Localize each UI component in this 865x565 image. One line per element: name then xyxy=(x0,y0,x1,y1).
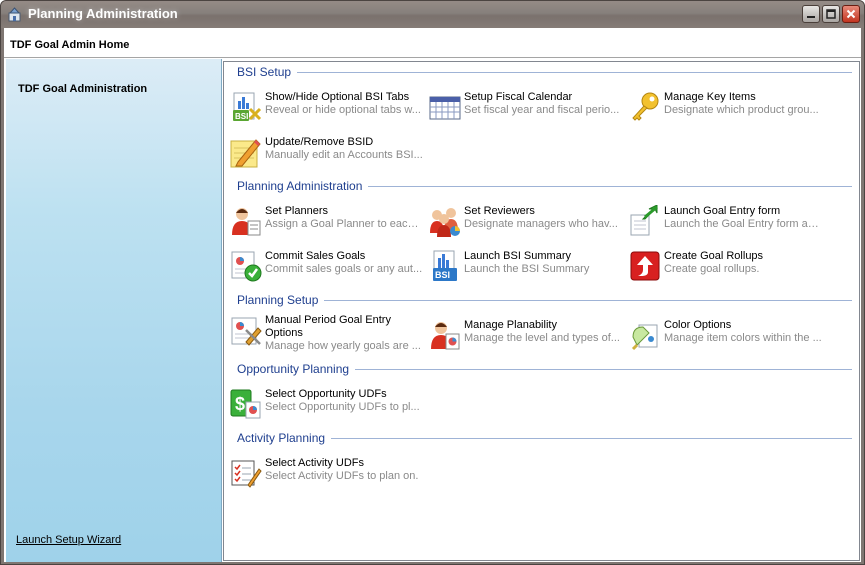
title-bar[interactable]: Planning Administration xyxy=(1,1,864,28)
section-planning-setup: Planning Setup xyxy=(237,293,852,307)
show-hide-bsi-tabs-item[interactable]: BSI Show/Hide Optional BSI Tabs Reveal o… xyxy=(230,91,425,127)
divider xyxy=(331,437,852,439)
window-title: Planning Administration xyxy=(28,6,178,21)
setup-fiscal-calendar-item[interactable]: Setup Fiscal Calendar Set fiscal year an… xyxy=(429,91,624,127)
minimize-button[interactable] xyxy=(802,5,820,23)
manage-key-items-item[interactable]: Manage Key Items Designate which product… xyxy=(629,91,824,127)
maximize-icon xyxy=(826,9,836,19)
item-label: Manual Period Goal Entry Options xyxy=(265,314,391,339)
item-label: Show/Hide Optional BSI Tabs xyxy=(265,91,410,103)
pencil-icon xyxy=(230,139,261,168)
bsi-summary-icon: BSI xyxy=(433,250,457,281)
item-label: Launch BSI Summary xyxy=(464,250,571,262)
key-icon xyxy=(632,92,659,121)
launch-setup-wizard-link[interactable]: Launch Setup Wizard xyxy=(16,534,121,546)
item-description: Select Opportunity UDFs to pl... xyxy=(265,401,420,413)
section-title: Planning Administration xyxy=(237,179,363,193)
item-label: Set Reviewers xyxy=(464,205,535,217)
close-button[interactable] xyxy=(842,5,860,23)
main-panel: BSI Setup BSI Show/Hide Optional BSI Tab… xyxy=(223,61,860,561)
item-label: Commit Sales Goals xyxy=(265,250,366,262)
item-label: Select Opportunity UDFs xyxy=(265,388,387,400)
divider xyxy=(368,185,852,187)
color-options-item[interactable]: Color Options Manage item colors within … xyxy=(629,319,824,355)
divider xyxy=(355,368,852,370)
sidebar-title: TDF Goal Administration xyxy=(18,83,148,95)
launch-bsi-summary-item[interactable]: BSI Launch BSI Summary Launch the BSI Su… xyxy=(429,250,624,286)
client-area: TDF Goal Admin Home TDF Goal Administrat… xyxy=(4,28,861,562)
select-opportunity-udfs-item[interactable]: $ Select Opportunity UDFs Select Opportu… xyxy=(230,388,425,424)
item-label: Update/Remove BSID xyxy=(265,136,374,148)
divider xyxy=(324,299,852,301)
minimize-icon xyxy=(807,16,815,18)
launch-goal-entry-form-item[interactable]: Launch Goal Entry form Launch the Goal E… xyxy=(629,205,824,241)
section-title: BSI Setup xyxy=(237,65,292,79)
section-bsi-setup: BSI Setup xyxy=(237,65,852,79)
planner-icon xyxy=(232,208,261,236)
create-goal-rollups-item[interactable]: Create Goal Rollups Create goal rollups. xyxy=(629,250,824,286)
item-description: Assign a Goal Planner to each ... xyxy=(265,218,423,230)
section-activity-planning: Activity Planning xyxy=(237,431,852,445)
set-reviewers-item[interactable]: Set Reviewers Designate managers who hav… xyxy=(429,205,624,241)
item-label: Color Options xyxy=(664,319,732,331)
item-label: Set Planners xyxy=(265,205,328,217)
svg-text:BSI: BSI xyxy=(235,112,248,121)
item-description: Create goal rollups. xyxy=(664,263,760,275)
maximize-button[interactable] xyxy=(822,5,840,23)
bsi-tabs-icon: BSI xyxy=(233,92,262,121)
rollup-icon xyxy=(630,251,660,281)
item-label: Select Activity UDFs xyxy=(265,457,365,469)
item-label: Create Goal Rollups xyxy=(664,250,764,262)
item-description: Launch the Goal Entry form an... xyxy=(664,218,822,230)
item-description: Manage how yearly goals are ... xyxy=(265,340,421,352)
section-title: Planning Setup xyxy=(237,293,319,307)
item-description: Manage the level and types of... xyxy=(464,332,620,344)
header-bar: TDF Goal Admin Home xyxy=(4,28,861,58)
section-opportunity-planning: Opportunity Planning xyxy=(237,362,852,376)
item-description: Manage item colors within the ... xyxy=(664,332,822,344)
calendar-icon xyxy=(429,96,461,120)
item-description: Reveal or hide optional tabs w... xyxy=(265,104,421,116)
update-remove-bsid-item[interactable]: Update/Remove BSID Manually edit an Acco… xyxy=(230,136,425,172)
page-title: TDF Goal Admin Home xyxy=(10,39,130,51)
section-title: Opportunity Planning xyxy=(237,362,350,376)
opportunity-icon: $ xyxy=(230,389,261,419)
svg-text:$: $ xyxy=(235,394,245,414)
item-description: Designate managers who hav... xyxy=(464,218,618,230)
sidebar: TDF Goal Administration Launch Setup Wiz… xyxy=(6,59,222,562)
item-description: Designate which product grou... xyxy=(664,104,819,116)
app-icon xyxy=(8,7,21,22)
item-label: Manage Planability xyxy=(464,319,557,331)
divider xyxy=(297,71,852,73)
planability-icon xyxy=(431,322,460,350)
item-description: Set fiscal year and fiscal perio... xyxy=(464,104,620,116)
item-label: Manage Key Items xyxy=(664,91,756,103)
svg-text:BSI: BSI xyxy=(435,270,450,280)
planning-admin-window: Planning Administration TDF Goal Admin H… xyxy=(0,0,865,565)
color-icon xyxy=(631,324,658,351)
commit-icon xyxy=(231,251,262,282)
goal-entry-icon xyxy=(630,205,658,236)
manual-period-goal-entry-item[interactable]: Manual Period Goal Entry Options Manage … xyxy=(230,314,425,354)
period-entry-icon xyxy=(231,317,262,346)
activity-icon xyxy=(231,460,262,488)
item-label: Setup Fiscal Calendar xyxy=(464,91,573,103)
item-description: Launch the BSI Summary xyxy=(464,263,590,275)
close-icon xyxy=(846,9,856,19)
reviewers-icon xyxy=(430,208,460,237)
item-description: Commit sales goals or any aut... xyxy=(265,263,423,275)
item-description: Select Activity UDFs to plan on. xyxy=(265,470,419,482)
select-activity-udfs-item[interactable]: Select Activity UDFs Select Activity UDF… xyxy=(230,457,425,493)
item-description: Manually edit an Accounts BSI... xyxy=(265,149,423,161)
set-planners-item[interactable]: Set Planners Assign a Goal Planner to ea… xyxy=(230,205,425,241)
section-title: Activity Planning xyxy=(237,431,326,445)
commit-sales-goals-item[interactable]: Commit Sales Goals Commit sales goals or… xyxy=(230,250,425,286)
item-label: Launch Goal Entry form xyxy=(664,205,781,217)
manage-planability-item[interactable]: Manage Planability Manage the level and … xyxy=(429,319,624,355)
section-planning-administration: Planning Administration xyxy=(237,179,852,193)
